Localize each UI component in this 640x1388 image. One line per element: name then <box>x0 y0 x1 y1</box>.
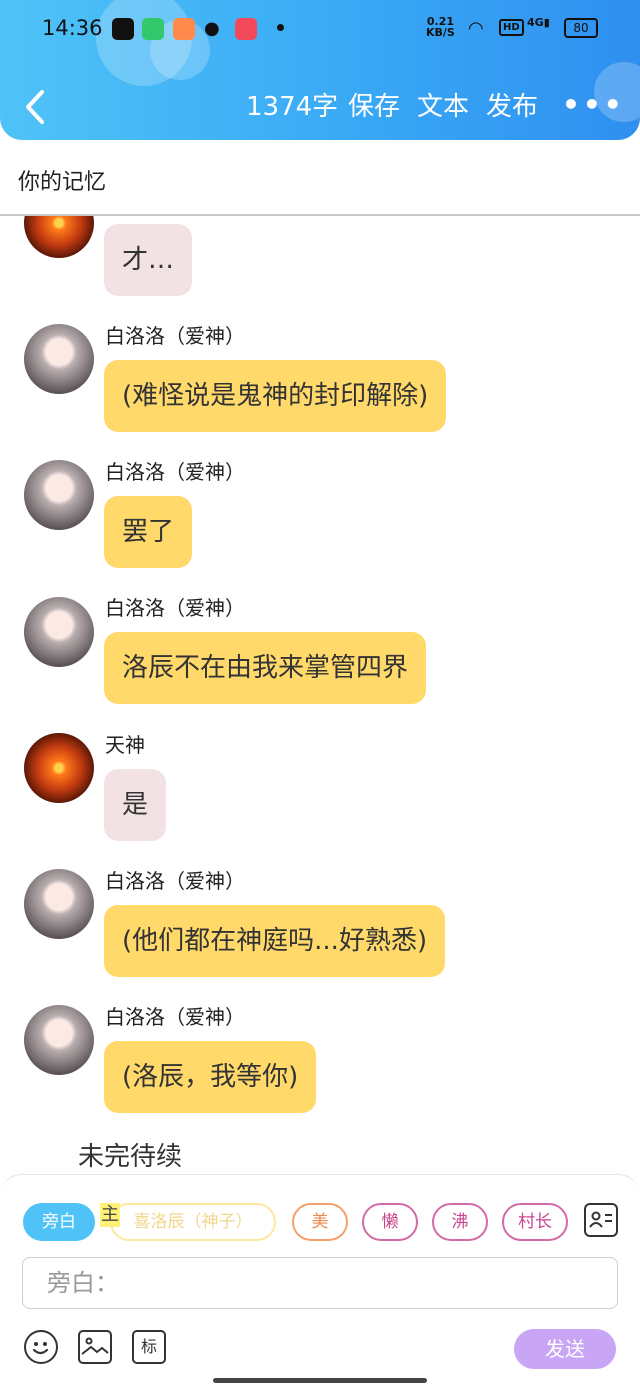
message-bubble[interactable]: 是 <box>104 769 167 841</box>
title-bar: 你的记忆 <box>0 140 640 216</box>
avatar[interactable] <box>24 324 94 394</box>
role-chip-mei[interactable]: 美 <box>292 1203 348 1241</box>
message-bubble[interactable]: (洛辰，我等你) <box>104 1041 317 1113</box>
role-chip-narrator[interactable]: 旁白 <box>23 1203 95 1241</box>
hd-badge: HD <box>499 19 524 36</box>
message-bubble[interactable]: 才… <box>104 224 193 296</box>
video-app-icon <box>142 18 164 40</box>
sender-name: 白洛洛（爱神） <box>105 596 245 620</box>
avatar[interactable] <box>24 460 94 530</box>
back-arrow-icon[interactable] <box>22 88 48 126</box>
shopping-app-icon <box>173 18 195 40</box>
smile-glyph <box>32 1342 49 1355</box>
wechat-icon: ● <box>204 18 220 39</box>
avatar[interactable] <box>24 733 94 803</box>
emoji-icon[interactable] <box>24 1330 58 1364</box>
network-speed: 0.21 KB/S <box>426 16 455 38</box>
tag-icon[interactable]: 标 <box>132 1330 166 1364</box>
role-chip-fei[interactable]: 沸 <box>432 1203 488 1241</box>
message-bubble[interactable]: (他们都在神庭吗...好熟悉) <box>104 905 446 977</box>
message-bubble[interactable]: 洛辰不在由我来掌管四界 <box>104 632 427 704</box>
send-button[interactable]: 发送 <box>514 1329 616 1369</box>
sender-name: 白洛洛（爱神） <box>105 460 245 484</box>
chat-scroll-area[interactable]: 才… 白洛洛（爱神） (难怪说是鬼神的封印解除) 白洛洛（爱神） 罢了 白洛洛（… <box>0 216 640 1174</box>
wifi-icon: ◠ <box>468 18 484 39</box>
more-notifications-icon <box>277 24 284 31</box>
home-indicator[interactable] <box>213 1378 427 1383</box>
message-input[interactable] <box>22 1257 618 1309</box>
character-card-icon[interactable] <box>584 1203 618 1237</box>
text-button[interactable]: 文本 <box>417 90 469 124</box>
more-menu-icon[interactable]: ••• <box>562 88 625 121</box>
sender-name: 白洛洛（爱神） <box>105 1005 245 1029</box>
app-header: 14:36 ● 0.21 KB/S ◠ HD 4G▮ 80 1374字 保存 文… <box>0 0 640 140</box>
status-time: 14:36 <box>42 16 103 40</box>
save-button[interactable]: 保存 <box>348 90 400 124</box>
avatar[interactable] <box>24 216 94 258</box>
publish-button[interactable]: 发布 <box>486 90 538 124</box>
network-speed-unit: KB/S <box>426 26 455 39</box>
composer-panel: 旁白 喜洛辰（神子） 主 美 懒 沸 村长 标 发送 <box>0 1174 640 1388</box>
avatar[interactable] <box>24 597 94 667</box>
signal-label: 4G <box>527 16 544 29</box>
store-app-icon <box>235 18 257 40</box>
avatar[interactable] <box>24 869 94 939</box>
contact-card-glyph <box>589 1211 612 1228</box>
role-chip-luochen[interactable]: 喜洛辰（神子） <box>110 1203 276 1241</box>
signal-icon: 4G▮ <box>527 16 550 29</box>
image-icon[interactable] <box>78 1330 112 1364</box>
avatar[interactable] <box>24 1005 94 1075</box>
narration-text[interactable]: 未完待续 <box>78 1136 182 1173</box>
sender-name: 白洛洛（爱神） <box>105 869 245 893</box>
picture-glyph <box>81 1337 109 1355</box>
page-title[interactable]: 你的记忆 <box>18 164 106 196</box>
protagonist-badge: 主 <box>100 1203 120 1227</box>
sender-name: 白洛洛（爱神） <box>105 324 245 348</box>
sender-name: 天神 <box>105 733 145 757</box>
message-bubble[interactable]: 罢了 <box>104 496 193 568</box>
role-chip-village-chief[interactable]: 村长 <box>502 1203 568 1241</box>
word-count: 1374字 <box>246 92 339 122</box>
status-bar: 14:36 ● 0.21 KB/S ◠ HD 4G▮ 80 <box>0 14 640 46</box>
battery-icon: 80 <box>564 18 598 38</box>
role-chip-lan[interactable]: 懒 <box>362 1203 418 1241</box>
message-bubble[interactable]: (难怪说是鬼神的封印解除) <box>104 360 447 432</box>
battery-level: 80 <box>573 21 589 35</box>
notification-app-icon <box>112 18 134 40</box>
